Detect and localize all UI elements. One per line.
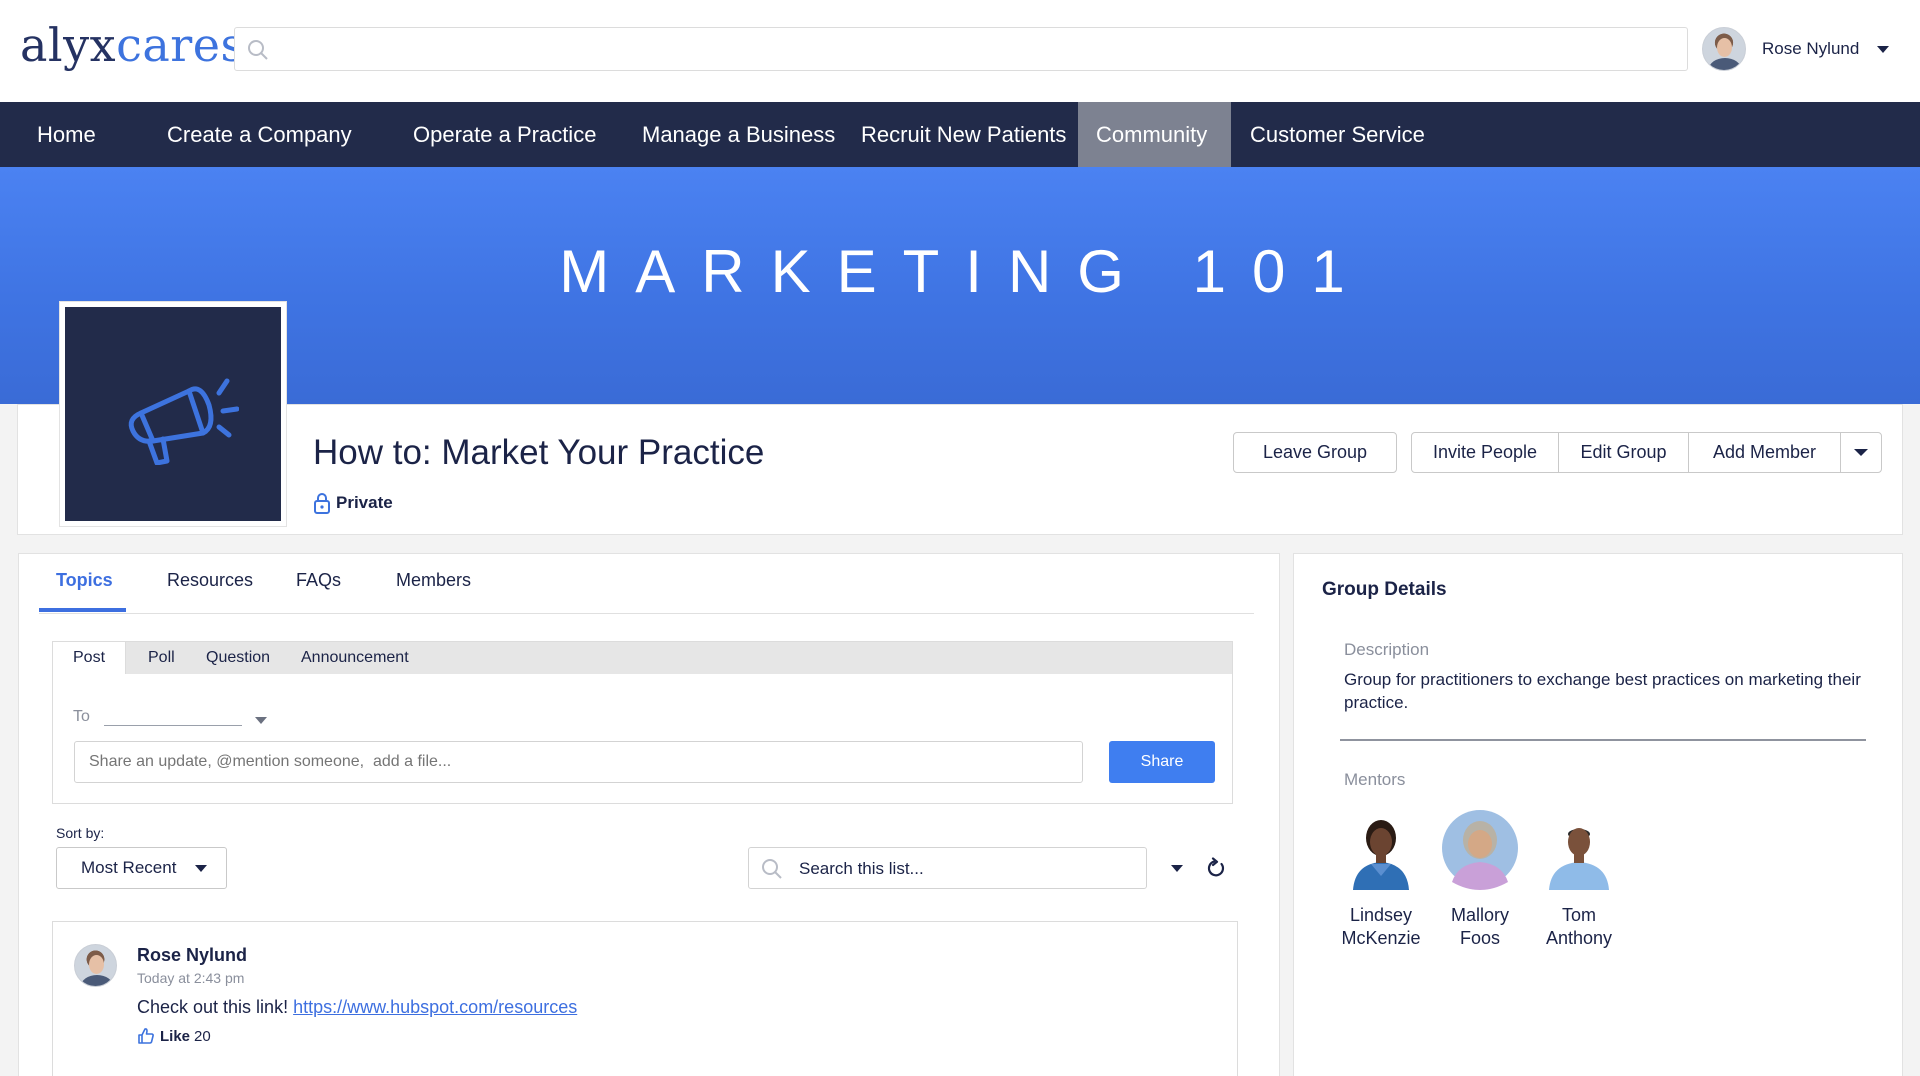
alyxcares-logo[interactable]: alyxcaresTM	[20, 18, 264, 72]
mentors-label: Mentors	[1344, 770, 1406, 789]
main-navigation: Home Create a Company Operate a Practice…	[0, 102, 1920, 167]
share-button[interactable]: Share	[1109, 741, 1215, 783]
mentor-name: Mallory Foos	[1450, 905, 1509, 948]
add-member-button[interactable]: Add Member	[1689, 433, 1841, 472]
composer-tab-question[interactable]: Question	[206, 642, 270, 674]
nav-item-customer-service[interactable]: Customer Service	[1250, 102, 1425, 167]
group-logo	[60, 302, 286, 526]
megaphone-icon	[128, 378, 239, 465]
filter-dropdown-icon[interactable]	[1171, 865, 1183, 872]
nav-item-recruit-new-patients[interactable]: Recruit New Patients	[861, 102, 1066, 167]
mentor-card[interactable]: Mallory Foos	[1425, 810, 1535, 950]
to-recipient-field[interactable]	[104, 725, 242, 726]
share-update-input[interactable]	[74, 741, 1083, 783]
logo-text-cares: cares	[116, 18, 245, 72]
mentor-name: Tom Anthony	[1545, 905, 1613, 948]
search-list-placeholder: Search this list...	[799, 859, 924, 878]
leave-group-button[interactable]: Leave Group	[1233, 432, 1397, 473]
chevron-down-icon	[195, 865, 207, 872]
group-banner: MARKETING 101	[0, 167, 1920, 404]
nav-item-community[interactable]: Community	[1078, 102, 1231, 167]
user-avatar[interactable]	[1702, 27, 1746, 71]
search-icon	[761, 858, 783, 885]
mentor-card[interactable]: Lindsey McKenzie	[1326, 810, 1436, 950]
sort-select[interactable]: Most Recent	[56, 847, 227, 889]
details-divider	[1340, 739, 1866, 741]
to-label: To	[73, 708, 90, 725]
like-count: 20	[194, 1027, 211, 1045]
more-actions-button[interactable]	[1841, 433, 1881, 472]
composer-tab-post[interactable]: Post	[53, 642, 127, 674]
mentor-name: Lindsey McKenzie	[1341, 905, 1421, 948]
mentor-avatar	[1343, 810, 1419, 890]
post-text: Check out this link!	[137, 997, 289, 1017]
search-icon	[247, 39, 269, 66]
post-author-name[interactable]: Rose Nylund	[137, 945, 247, 966]
chevron-down-icon[interactable]	[255, 717, 267, 724]
like-button[interactable]: Like 20	[137, 1027, 211, 1045]
chevron-down-icon[interactable]	[1877, 45, 1890, 53]
post-body: Check out this link! https://www.hubspot…	[137, 997, 577, 1018]
post-link[interactable]: https://www.hubspot.com/resources	[293, 997, 577, 1017]
description-text: Group for practitioners to exchange best…	[1344, 670, 1861, 712]
tab-topics[interactable]: Topics	[56, 570, 113, 610]
group-title: How to: Market Your Practice	[313, 433, 765, 472]
composer-tab-announcement[interactable]: Announcement	[301, 642, 409, 674]
composer-tab-poll[interactable]: Poll	[148, 642, 175, 674]
user-name: Rose Nylund	[1762, 39, 1860, 58]
global-search-input[interactable]	[234, 27, 1688, 71]
banner-title: MARKETING 101	[559, 238, 1371, 305]
logo-text-alyx: alyx	[20, 18, 117, 72]
refresh-icon[interactable]	[1205, 857, 1227, 884]
like-label: Like	[160, 1027, 191, 1045]
group-details-title: Group Details	[1322, 579, 1447, 600]
privacy-indicator: Private	[313, 492, 393, 514]
group-actions-button-group: Invite People Edit Group Add Member	[1411, 432, 1882, 473]
active-tab-indicator	[39, 608, 126, 612]
tab-members[interactable]: Members	[396, 570, 471, 610]
edit-group-button[interactable]: Edit Group	[1559, 433, 1689, 472]
thumbs-up-icon	[138, 1028, 154, 1044]
nav-item-home[interactable]: Home	[37, 102, 96, 167]
chevron-down-icon	[1854, 449, 1868, 456]
nav-item-manage-a-business[interactable]: Manage a Business	[642, 102, 835, 167]
sort-value: Most Recent	[81, 858, 177, 877]
tabs-divider	[39, 613, 1254, 614]
post-timestamp: Today at 2:43 pm	[137, 970, 245, 986]
sort-label: Sort by:	[56, 825, 105, 841]
top-bar: alyxcaresTM Rose Nylund	[0, 0, 1920, 102]
tab-faqs[interactable]: FAQs	[296, 570, 341, 610]
user-menu[interactable]: Rose Nylund	[1702, 26, 1890, 72]
mentor-avatar	[1442, 810, 1518, 890]
mentor-card[interactable]: Tom Anthony	[1524, 810, 1634, 950]
privacy-label: Private	[336, 493, 393, 512]
composer-tabs: Post Poll Question Announcement	[53, 642, 1232, 674]
lock-icon	[314, 493, 330, 514]
mentor-avatar	[1541, 810, 1617, 890]
description-label: Description	[1344, 640, 1430, 659]
nav-item-create-a-company[interactable]: Create a Company	[167, 102, 352, 167]
invite-people-button[interactable]: Invite People	[1412, 433, 1559, 472]
post-author-avatar[interactable]	[74, 944, 117, 987]
nav-item-operate-a-practice[interactable]: Operate a Practice	[413, 102, 596, 167]
search-list-input[interactable]: Search this list...	[748, 847, 1147, 889]
tab-resources[interactable]: Resources	[167, 570, 253, 610]
